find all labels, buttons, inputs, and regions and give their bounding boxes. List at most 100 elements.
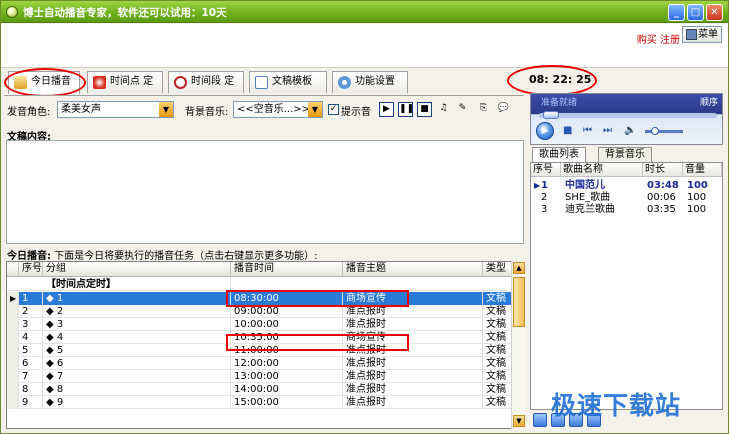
table-scrollbar[interactable]: ▲ ▼: [511, 261, 525, 429]
row-indicator-header: [7, 262, 19, 277]
music-note-icon[interactable]: ♫: [436, 102, 451, 117]
tab-label: 功能设置: [355, 76, 395, 87]
chat-icon[interactable]: 💬: [496, 102, 511, 117]
volume-knob[interactable]: [651, 127, 659, 135]
cell-num: 9: [19, 396, 43, 409]
content-textarea[interactable]: [6, 140, 524, 244]
song-num: 1: [541, 180, 548, 191]
column-header[interactable]: 类型: [483, 262, 512, 277]
cell-topic: 准点报时: [343, 318, 483, 331]
annotation-circle-today-tab: [4, 68, 86, 97]
cell-num: 5: [19, 344, 43, 357]
column-header[interactable]: 分组: [43, 262, 231, 277]
table-row[interactable]: 9 ◆ 9 15:00:00 准点报时 文稿: [7, 396, 512, 409]
menu-button[interactable]: 菜单: [682, 26, 722, 43]
column-header[interactable]: 时长: [643, 163, 683, 177]
row-indicator: [7, 396, 19, 409]
play-icon[interactable]: ▶: [379, 102, 394, 117]
prompt-checkbox[interactable]: ✓: [328, 104, 339, 115]
document-icon: [255, 76, 268, 89]
cell-type: 文稿: [483, 331, 512, 344]
next-icon[interactable]: ⏭: [603, 125, 612, 136]
play-button[interactable]: ▶: [536, 122, 554, 140]
column-header[interactable]: 序号: [19, 262, 43, 277]
column-header[interactable]: 音量: [683, 163, 722, 177]
column-header[interactable]: 序号: [531, 163, 561, 177]
player-tabs: 歌曲列表 背景音乐: [530, 147, 723, 162]
export-icon[interactable]: ⎘: [476, 102, 491, 117]
group-cell: 【时间点定时】: [43, 278, 231, 291]
song-dur: 03:48: [647, 180, 679, 191]
song-row[interactable]: 2 SHE_歌曲 00:06 100: [531, 192, 722, 204]
close-button[interactable]: ✕: [706, 4, 723, 21]
table-row[interactable]: 6 ◆ 6 12:00:00 准点报时 文稿: [7, 357, 512, 370]
song-dur: 00:06: [647, 192, 676, 203]
song-name: SHE_歌曲: [565, 192, 611, 203]
alarm-clock-icon: [93, 76, 106, 89]
row-indicator: [7, 370, 19, 383]
seek-bar[interactable]: [539, 113, 717, 118]
cell-topic: 准点报时: [343, 370, 483, 383]
table-row[interactable]: 7 ◆ 7 13:00:00 准点报时 文稿: [7, 370, 512, 383]
cell-type: 文稿: [483, 344, 512, 357]
tab-time-range[interactable]: 时间段 定时: [168, 71, 244, 107]
cell-type: 文稿: [483, 396, 512, 409]
song-num: 3: [541, 204, 548, 215]
tab-bg-music[interactable]: 背景音乐: [598, 147, 652, 162]
row-indicator: [7, 383, 19, 396]
tab-label: 文稿模板: [272, 76, 312, 87]
song-name: 迪克兰歌曲: [565, 204, 615, 215]
maximize-button[interactable]: □: [687, 4, 704, 21]
tab-time-point[interactable]: 时间点 定时: [87, 71, 163, 107]
clock-icon: [174, 76, 187, 89]
annotation-box-row1: [226, 290, 409, 307]
voice-select[interactable]: 柔美女声 ▼: [57, 101, 174, 118]
volume-icon[interactable]: 🔈: [624, 125, 636, 136]
tab-song-list[interactable]: 歌曲列表: [532, 147, 586, 162]
voice-controls: 发音角色: 柔美女声 ▼ 背景音乐: <<空音乐...>> ▼ ✓ 提示音 ▶ ❚❚…: [4, 95, 524, 121]
cell-time: 15:00:00: [231, 396, 343, 409]
bg-music-label: 背景音乐:: [185, 107, 229, 118]
cell-num: 4: [19, 331, 43, 344]
scroll-up-icon[interactable]: ▲: [513, 262, 525, 274]
cell-topic: 准点报时: [343, 383, 483, 396]
top-banner: [1, 24, 728, 68]
stop-icon[interactable]: ■: [563, 125, 572, 136]
column-header[interactable]: 歌曲名称: [561, 163, 643, 177]
minimize-button[interactable]: _: [668, 4, 685, 21]
scroll-down-icon[interactable]: ▼: [513, 415, 525, 427]
tab-settings[interactable]: 功能设置: [332, 71, 408, 93]
cell-topic: 准点报时: [343, 357, 483, 370]
song-row[interactable]: 3 迪克兰歌曲 03:35 100: [531, 204, 722, 216]
song-name: 中国范儿: [565, 180, 605, 191]
cell-group: ◆ 1: [43, 292, 231, 305]
play-mode[interactable]: 顺序: [700, 95, 718, 108]
tab-template[interactable]: 文稿模板: [249, 71, 327, 93]
cell-type: 文稿: [483, 357, 512, 370]
title-bar[interactable]: 博士自动播音专家，软件还可以试用：10天 _ □ ✕: [1, 1, 728, 23]
song-num: 2: [541, 192, 548, 203]
app-logo-icon: [6, 6, 18, 18]
pause-icon[interactable]: ❚❚: [398, 102, 414, 117]
cell-type: 文稿: [483, 305, 512, 318]
cell-num: 1: [19, 292, 43, 305]
row-indicator: ▶: [7, 292, 19, 305]
cell-time: 12:00:00: [231, 357, 343, 370]
column-header[interactable]: 播音时间: [231, 262, 343, 277]
app-window: 博士自动播音专家，软件还可以试用：10天 _ □ ✕ 购买 注册 菜单 今日播音…: [0, 0, 729, 434]
add-song-icon[interactable]: [533, 413, 547, 427]
seek-knob[interactable]: [543, 111, 559, 119]
cell-num: 7: [19, 370, 43, 383]
scroll-thumb[interactable]: [513, 277, 525, 327]
song-row[interactable]: ▶ 1 中国范儿 03:48 100: [531, 180, 722, 192]
quill-icon[interactable]: ✎: [455, 102, 470, 117]
bg-music-value: <<空音乐...>>: [237, 104, 311, 115]
stop-icon[interactable]: ■: [417, 102, 432, 117]
previous-icon[interactable]: ⏮: [583, 125, 592, 136]
bg-music-select[interactable]: <<空音乐...>> ▼: [233, 101, 323, 118]
voice-value: 柔美女声: [61, 104, 101, 115]
buy-register-link[interactable]: 购买 注册: [637, 31, 680, 46]
table-row[interactable]: 3 ◆ 3 10:00:00 准点报时 文稿: [7, 318, 512, 331]
table-row[interactable]: 8 ◆ 8 14:00:00 准点报时 文稿: [7, 383, 512, 396]
column-header[interactable]: 播音主题: [343, 262, 483, 277]
